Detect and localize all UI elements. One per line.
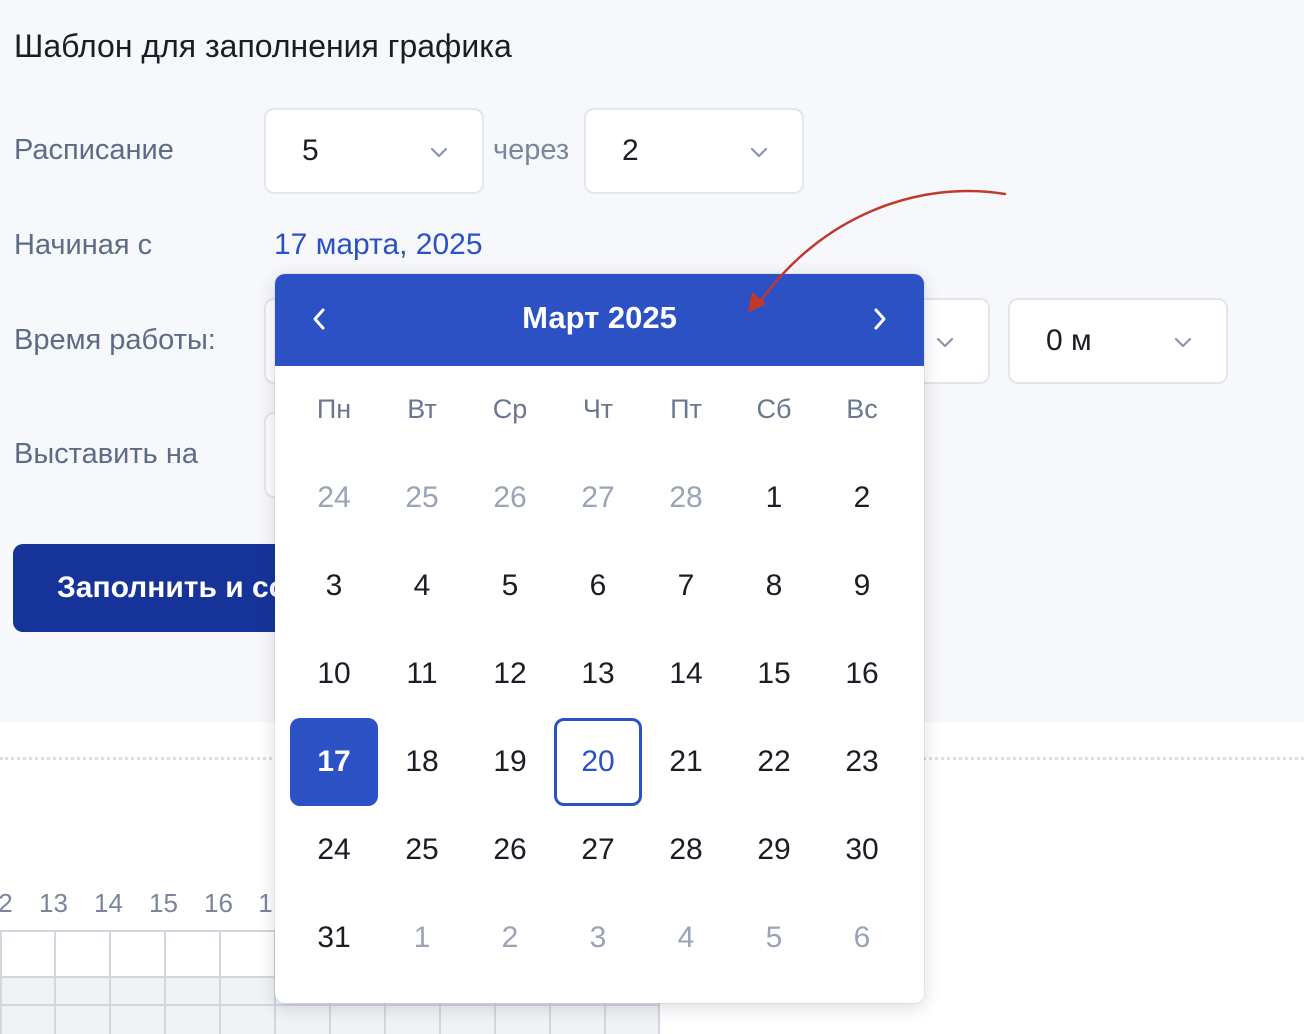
day-cell[interactable]: 28 — [642, 454, 730, 542]
chevron-down-icon — [934, 327, 956, 349]
day-cell[interactable]: 21 — [642, 718, 730, 806]
weekday-label: Пн — [316, 394, 352, 424]
grid-line — [109, 932, 111, 1034]
section-title: Шаблон для заполнения графика — [14, 28, 512, 64]
weekday-label: Пт — [670, 394, 702, 424]
start-label: Начиная с — [14, 229, 153, 261]
day-cell[interactable]: 3 — [554, 894, 642, 982]
day-cell[interactable]: 30 — [818, 806, 906, 894]
day-cell[interactable]: 1 — [730, 454, 818, 542]
weekday-label: Вт — [407, 394, 437, 424]
day-cell[interactable]: 18 — [378, 718, 466, 806]
chevron-right-icon[interactable] — [863, 302, 897, 336]
work-days-select[interactable]: 5 — [264, 108, 484, 194]
weekday-label: Сб — [756, 394, 792, 424]
day-cell[interactable]: 26 — [466, 806, 554, 894]
day-cell[interactable]: 1 — [378, 894, 466, 982]
day-cell[interactable]: 16 — [818, 630, 906, 718]
day-cell[interactable]: 6 — [554, 542, 642, 630]
day-cell[interactable]: 24 — [290, 454, 378, 542]
day-cell[interactable]: 23 — [818, 718, 906, 806]
grid-line — [164, 932, 166, 1034]
day-cell[interactable]: 4 — [378, 542, 466, 630]
grid-line — [54, 932, 56, 1034]
weekday-label: Чт — [582, 394, 614, 424]
day-cell[interactable]: 6 — [818, 894, 906, 982]
day-cell[interactable]: 28 — [642, 806, 730, 894]
work-days-value: 5 — [302, 134, 319, 167]
assign-label: Выставить на — [14, 438, 198, 470]
day-cell[interactable]: 24 — [290, 806, 378, 894]
chevron-down-icon — [1172, 327, 1194, 349]
hour-label: 14 — [94, 888, 123, 918]
day-cell[interactable]: 26 — [466, 454, 554, 542]
date-picker-popup: Март 2025 Пн Вт Ср Чт Пт Сб Вс 24 25 26 27 28 1 2 3 4 5… — [275, 274, 924, 1003]
day-cell[interactable]: 13 — [554, 630, 642, 718]
day-cell[interactable]: 29 — [730, 806, 818, 894]
day-cell[interactable]: 10 — [290, 630, 378, 718]
day-cell[interactable]: 7 — [642, 542, 730, 630]
calendar-month-title: Март 2025 — [522, 300, 677, 335]
work-time-label: Время работы: — [14, 324, 216, 356]
minutes-value: 0 м — [1046, 324, 1092, 357]
hour-label: 13 — [39, 888, 68, 918]
day-cell[interactable]: 2 — [466, 894, 554, 982]
day-cell[interactable]: 3 — [290, 542, 378, 630]
weekday-label: Ср — [492, 394, 528, 424]
hour-label: 15 — [149, 888, 178, 918]
day-cell[interactable]: 12 — [466, 630, 554, 718]
day-cell[interactable]: 2 — [818, 454, 906, 542]
day-cell[interactable]: 4 — [642, 894, 730, 982]
day-cell[interactable]: 22 — [730, 718, 818, 806]
weekday-label: Вс — [846, 394, 878, 424]
day-cell[interactable]: 25 — [378, 806, 466, 894]
grid-line — [219, 932, 221, 1034]
between-text: через — [493, 134, 570, 166]
day-cell[interactable]: 11 — [378, 630, 466, 718]
day-cell-today[interactable]: 20 — [554, 718, 642, 806]
day-cell[interactable]: 31 — [290, 894, 378, 982]
grid-line — [0, 932, 2, 1034]
day-cell[interactable]: 27 — [554, 806, 642, 894]
day-cell-selected[interactable]: 17 — [290, 718, 378, 806]
day-cell[interactable]: 15 — [730, 630, 818, 718]
chevron-down-icon — [428, 137, 450, 159]
calendar-header: Март 2025 — [275, 274, 924, 366]
minutes-select[interactable]: 0 м — [1008, 298, 1228, 384]
rest-days-value: 2 — [622, 134, 639, 167]
day-cell[interactable]: 19 — [466, 718, 554, 806]
day-cell[interactable]: 5 — [466, 542, 554, 630]
day-cell[interactable]: 5 — [730, 894, 818, 982]
rest-days-select[interactable]: 2 — [584, 108, 804, 194]
day-cell[interactable]: 9 — [818, 542, 906, 630]
start-date-link[interactable]: 17 марта, 2025 — [274, 228, 483, 262]
schedule-label: Расписание — [14, 134, 174, 166]
chevron-down-icon — [748, 137, 770, 159]
day-cell[interactable]: 8 — [730, 542, 818, 630]
day-cell[interactable]: 14 — [642, 630, 730, 718]
day-cell[interactable]: 27 — [554, 454, 642, 542]
day-cell[interactable]: 25 — [378, 454, 466, 542]
